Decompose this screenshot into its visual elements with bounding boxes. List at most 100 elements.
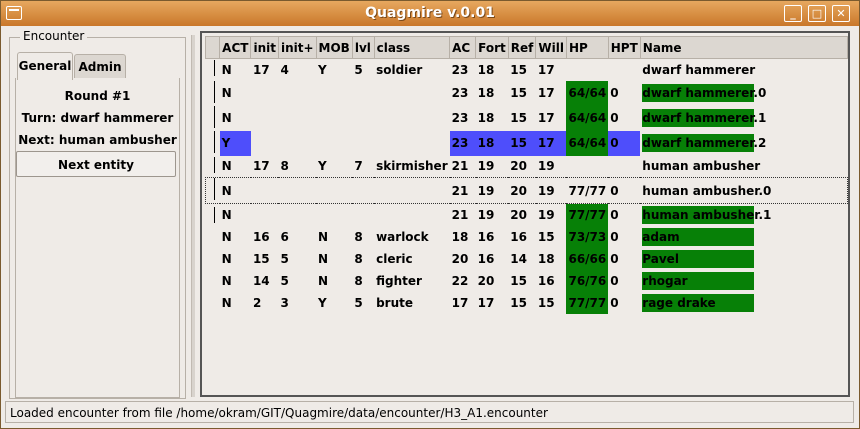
fort-cell[interactable]: 16 — [476, 226, 509, 248]
init-cell[interactable] — [251, 106, 279, 131]
will-cell[interactable]: 18 — [536, 248, 567, 270]
act-cell[interactable]: N — [220, 248, 251, 270]
initp-cell[interactable]: 5 — [278, 248, 316, 270]
mob-cell[interactable] — [316, 131, 352, 156]
initp-cell[interactable] — [278, 177, 317, 204]
will-cell[interactable]: 16 — [536, 270, 567, 292]
will-cell[interactable]: 17 — [536, 81, 567, 106]
init-cell[interactable] — [250, 177, 279, 204]
hp-cell[interactable]: 76/76 — [566, 269, 609, 292]
class-cell[interactable] — [374, 106, 450, 131]
mob-cell[interactable] — [316, 81, 352, 106]
name-cell[interactable]: Pavel — [642, 249, 755, 268]
name-cell[interactable]: human ambusher.1 — [642, 205, 771, 224]
ref-cell[interactable]: 20 — [508, 204, 536, 226]
class-cell[interactable]: cleric — [374, 248, 450, 270]
mob-cell[interactable]: N — [316, 226, 352, 248]
table-row[interactable]: N 17 4 Y 5 soldier 23 18 15 17 dwarf ham… — [206, 59, 848, 81]
fort-cell[interactable]: 17 — [476, 292, 509, 314]
lvl-cell[interactable]: 8 — [352, 248, 374, 270]
act-cell[interactable]: N — [220, 270, 251, 292]
hpt-cell[interactable]: 0 — [608, 177, 641, 204]
initp-cell[interactable] — [278, 131, 316, 156]
class-cell[interactable]: skirmisher — [374, 156, 450, 178]
initp-cell[interactable] — [278, 81, 316, 106]
hp-cell[interactable]: 77/77 — [566, 177, 609, 204]
fort-cell[interactable]: 19 — [476, 204, 509, 226]
init-cell[interactable]: 16 — [251, 226, 279, 248]
class-cell[interactable]: warlock — [374, 226, 450, 248]
hp-cell[interactable] — [566, 59, 608, 81]
name-cell[interactable]: rage drake — [642, 293, 755, 312]
name-cell[interactable]: human ambusher — [640, 156, 847, 178]
fort-cell[interactable]: 19 — [476, 156, 509, 178]
class-cell[interactable] — [374, 131, 450, 156]
hp-cell[interactable]: 64/64 — [566, 105, 609, 131]
init-cell[interactable] — [251, 131, 279, 156]
ref-cell[interactable]: 15 — [508, 270, 536, 292]
fort-cell[interactable]: 19 — [475, 177, 509, 204]
fort-cell[interactable]: 18 — [475, 130, 509, 156]
class-cell[interactable]: fighter — [374, 270, 450, 292]
name-cell[interactable]: dwarf hammerer — [640, 59, 847, 81]
hpt-cell[interactable]: 0 — [608, 81, 640, 106]
col-init-plus[interactable]: init+ — [277, 36, 317, 59]
ac-cell[interactable]: 23 — [450, 106, 476, 131]
col-name[interactable]: Name — [639, 36, 849, 59]
ref-cell[interactable]: 16 — [508, 226, 536, 248]
name-cell[interactable]: dwarf hammerer.2 — [642, 134, 766, 152]
table-row[interactable]: N 14 5 N 8 fighter 22 20 15 16 76/76 0 r… — [206, 269, 848, 292]
init-cell[interactable] — [251, 81, 279, 106]
table-row[interactable]: N 21 19 20 19 77/77 0 human ambusher.1 — [206, 203, 848, 226]
title-bar[interactable]: Quagmire v.0.01 _ □ ✕ — [1, 1, 859, 26]
will-cell[interactable]: 17 — [535, 130, 567, 156]
hpt-cell[interactable]: 0 — [608, 130, 641, 156]
class-cell[interactable] — [374, 81, 450, 106]
table-row-selected[interactable]: Y 23 18 15 17 64/64 0 dwarf hammerer.2 — [206, 130, 848, 156]
act-cell[interactable]: N — [220, 81, 251, 106]
ref-cell[interactable]: 15 — [508, 292, 536, 314]
mob-cell[interactable] — [316, 204, 352, 226]
act-cell[interactable]: N — [219, 177, 251, 204]
hpt-cell[interactable]: 0 — [608, 292, 640, 314]
will-cell[interactable]: 15 — [536, 226, 567, 248]
name-cell[interactable]: adam — [642, 227, 755, 246]
hpt-cell[interactable]: 0 — [608, 204, 640, 226]
table-row[interactable]: N 15 5 N 8 cleric 20 16 14 18 66/66 0 Pa… — [206, 247, 848, 270]
fort-cell[interactable]: 16 — [476, 248, 509, 270]
init-cell[interactable]: 17 — [251, 59, 279, 81]
class-cell[interactable]: soldier — [374, 59, 450, 81]
col-mob[interactable]: MOB — [315, 36, 353, 59]
lvl-cell[interactable]: 8 — [352, 270, 374, 292]
hpt-cell[interactable] — [608, 59, 640, 81]
ref-cell[interactable]: 15 — [508, 130, 536, 156]
col-ref[interactable]: Ref — [507, 36, 537, 59]
name-cell[interactable]: human ambusher.0 — [640, 177, 849, 204]
mob-cell[interactable] — [316, 106, 352, 131]
init-cell[interactable] — [251, 204, 279, 226]
ac-cell[interactable]: 22 — [450, 270, 476, 292]
pane-splitter[interactable] — [191, 35, 195, 397]
ref-cell[interactable]: 14 — [508, 248, 536, 270]
initp-cell[interactable]: 5 — [278, 270, 316, 292]
hp-cell[interactable]: 66/66 — [566, 247, 609, 270]
act-cell[interactable]: Y — [219, 130, 251, 156]
will-cell[interactable]: 19 — [536, 156, 567, 178]
hpt-cell[interactable]: 0 — [608, 248, 640, 270]
mob-cell[interactable]: Y — [316, 156, 352, 178]
act-cell[interactable]: N — [220, 156, 251, 178]
fort-cell[interactable]: 20 — [476, 270, 509, 292]
initp-cell[interactable]: 8 — [278, 156, 316, 178]
ref-cell[interactable]: 15 — [508, 59, 536, 81]
name-cell[interactable]: dwarf hammerer.1 — [642, 109, 766, 127]
col-will[interactable]: Will — [535, 36, 567, 59]
mob-cell[interactable]: N — [316, 270, 352, 292]
ac-cell[interactable]: 23 — [449, 130, 476, 156]
col-ac[interactable]: AC — [449, 36, 477, 59]
lvl-cell[interactable]: 7 — [352, 156, 374, 178]
lvl-cell[interactable] — [352, 177, 375, 204]
ref-cell[interactable]: 15 — [508, 106, 536, 131]
init-cell[interactable]: 14 — [251, 270, 279, 292]
ref-cell[interactable]: 20 — [508, 156, 536, 178]
hpt-cell[interactable]: 0 — [608, 226, 640, 248]
